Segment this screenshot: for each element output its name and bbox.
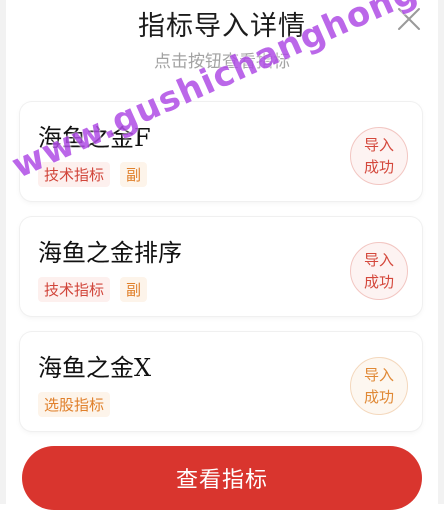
dialog-subtitle: 点击按钮查看指标 <box>154 52 290 72</box>
import-status-badge: 导入 成功 <box>350 127 408 185</box>
status-text-line2: 成功 <box>363 388 394 406</box>
indicator-tags: 选股指标 <box>38 392 120 417</box>
indicator-name: 海鱼之金排序 <box>38 239 182 267</box>
tag-sub-chart: 副 <box>120 162 148 187</box>
backdrop-edge-right <box>438 0 444 504</box>
view-indicators-button[interactable]: 查看指标 <box>22 446 422 510</box>
import-status-badge: 导入 成功 <box>350 357 408 415</box>
indicator-card: 海鱼之金排序 技术指标 副 导入 成功 <box>20 217 422 316</box>
status-text-line1: 导入 <box>363 251 394 269</box>
status-text-line2: 成功 <box>363 273 394 291</box>
indicator-tags: 技术指标 副 <box>38 277 157 302</box>
status-text-line2: 成功 <box>363 158 394 176</box>
backdrop-edge-left <box>0 0 6 504</box>
indicator-name: 海鱼之金X <box>38 354 152 382</box>
close-icon <box>398 8 420 30</box>
indicator-import-dialog: 指标导入详情 点击按钮查看指标 海鱼之金F 技术指标 副 导入 成功 海鱼之金排… <box>0 0 444 510</box>
tag-technical-indicator: 技术指标 <box>38 162 111 187</box>
status-text-line1: 导入 <box>363 136 394 154</box>
indicator-card: 海鱼之金X 选股指标 导入 成功 <box>20 332 422 431</box>
tag-sub-chart: 副 <box>120 277 148 302</box>
indicator-card: 海鱼之金F 技术指标 副 导入 成功 <box>20 102 422 201</box>
indicator-tags: 技术指标 副 <box>38 162 157 187</box>
close-button[interactable] <box>396 6 422 32</box>
tag-technical-indicator: 技术指标 <box>38 277 111 302</box>
status-text-line1: 导入 <box>363 366 394 384</box>
indicator-name: 海鱼之金F <box>38 124 151 152</box>
import-status-badge: 导入 成功 <box>350 242 408 300</box>
dialog-title: 指标导入详情 <box>138 11 306 42</box>
tag-stock-picking-indicator: 选股指标 <box>38 392 111 417</box>
